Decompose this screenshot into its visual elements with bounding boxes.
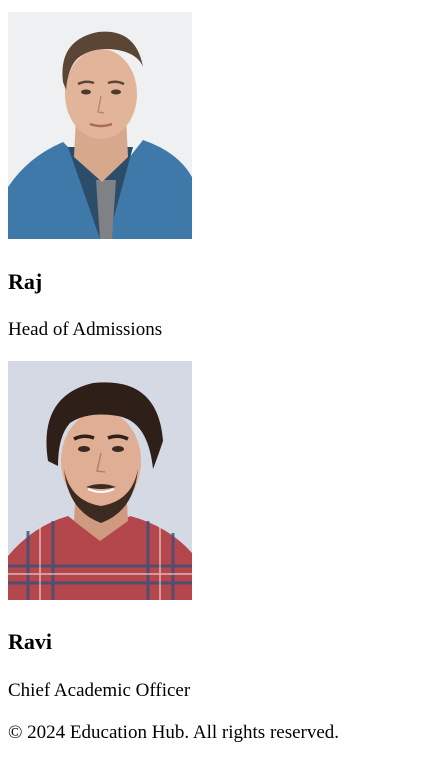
team-member-photo-raj (8, 12, 192, 239)
team-member-name: Raj (8, 269, 43, 294)
team-member-role: Head of Admissions (8, 319, 163, 340)
team-member-name: Ravi (8, 629, 52, 654)
portrait-image (8, 361, 192, 600)
footer-copyright: © 2024 Education Hub. All rights reserve… (8, 722, 340, 743)
team-member-role: Chief Academic Officer (8, 680, 191, 701)
team-page: Raj Head of Admissions Ravi Chief Academ… (0, 0, 440, 762)
team-member-photo-ravi (8, 361, 192, 600)
portrait-image (8, 12, 192, 239)
